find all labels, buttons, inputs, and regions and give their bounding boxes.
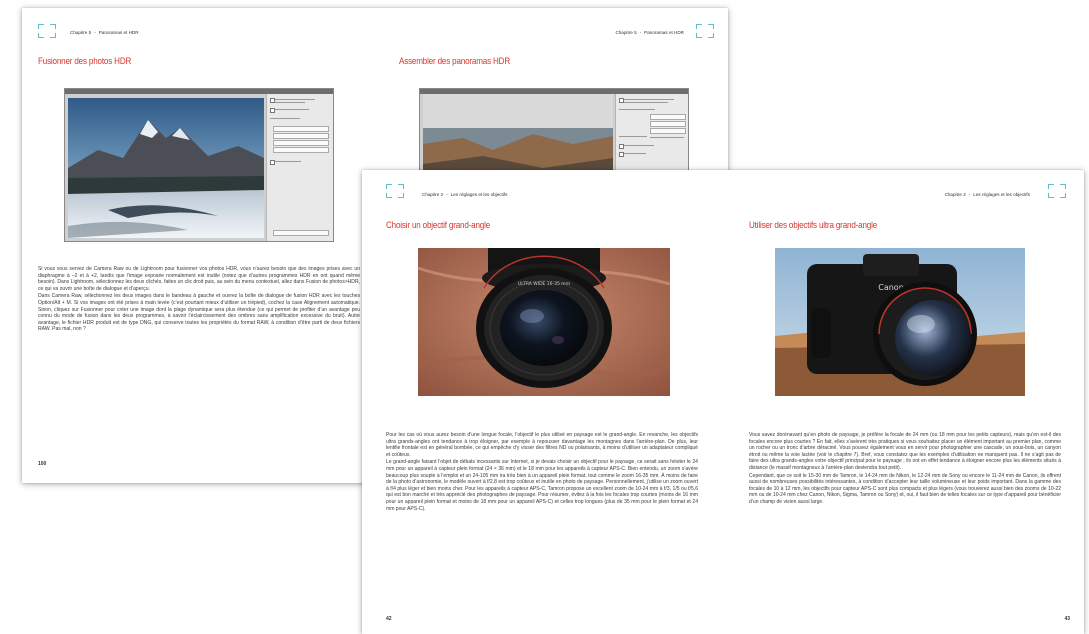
page-number: 100 (38, 461, 47, 467)
running-head: Chapitre 5- Panoramas et HDR (70, 30, 139, 35)
section-title: Choisir un objectif grand-angle (386, 219, 491, 230)
corner-mark-icon (1048, 184, 1066, 198)
paragraph: Vous savez dorénavant qu’en photo de pay… (749, 432, 1061, 471)
hdr-preview-photo (68, 98, 264, 238)
running-head: Chapitre 2- Les réglages et les objectifs (944, 192, 1030, 197)
lens-marking-text: ULTRA WIDE 16-35 mm (518, 281, 570, 287)
section-title: Assembler des panoramas HDR (399, 55, 510, 66)
ultra-wide-camera-photo: Canon (775, 248, 1025, 396)
corner-mark-icon (38, 24, 56, 38)
projection-cylindrical-button[interactable] (650, 121, 686, 127)
projection-perspective-button[interactable] (650, 128, 686, 134)
running-head: Chapitre 2- Les réglages et les objectifs (422, 192, 508, 197)
corner-mark-icon (386, 184, 404, 198)
paragraph: Dans Camera Raw, sélectionnez les deux i… (38, 293, 360, 333)
page-42: Chapitre 2- Les réglages et les objectifs… (362, 170, 723, 634)
paragraph: Pour les cas où vous aurez besoin d’une … (386, 432, 698, 458)
page-43: Chapitre 2- Les réglages et les objectifs… (723, 170, 1084, 634)
merge-button[interactable] (273, 230, 329, 236)
lens-illustration: ULTRA WIDE 16-35 mm (418, 248, 670, 396)
front-book-spread: Chapitre 2- Les réglages et les objectifs… (362, 170, 1084, 634)
wide-angle-lens-photo: ULTRA WIDE 16-35 mm (418, 248, 670, 396)
running-head: Chapitre 5- Panoramas et HDR (615, 30, 684, 35)
corner-mark-icon (696, 24, 714, 38)
page-43-body: Vous savez dorénavant qu’en photo de pay… (749, 432, 1061, 507)
paragraph: Si vous vous servez de Camera Raw ou de … (38, 266, 360, 292)
page-number: 42 (386, 616, 392, 622)
deghost-medium-button[interactable] (273, 140, 329, 146)
deghost-none-button[interactable] (273, 126, 329, 132)
deghost-low-button[interactable] (273, 133, 329, 139)
page-42-body: Pour les cas où vous aurez besoin d’une … (386, 432, 698, 513)
projection-spherical-button[interactable] (650, 114, 686, 120)
page-100-body: Si vous vous servez de Camera Raw ou de … (38, 266, 360, 334)
paragraph: Le grand-angle faisant l’objet de débats… (386, 459, 698, 512)
page-100: Chapitre 5- Panoramas et HDR Fusionner de… (22, 8, 375, 483)
section-title: Utiliser des objectifs ultra grand-angle (749, 219, 878, 230)
section-title: Fusionner des photos HDR (38, 55, 132, 66)
paragraph: Cependant, que ce soit le 15-30 mm de Ta… (749, 472, 1061, 505)
camera-illustration: Canon (775, 248, 1025, 396)
deghost-high-button[interactable] (273, 147, 329, 153)
hdr-merge-dialog-screenshot (64, 88, 334, 242)
page-number: 43 (1064, 616, 1070, 622)
hdr-options-panel (266, 94, 333, 241)
